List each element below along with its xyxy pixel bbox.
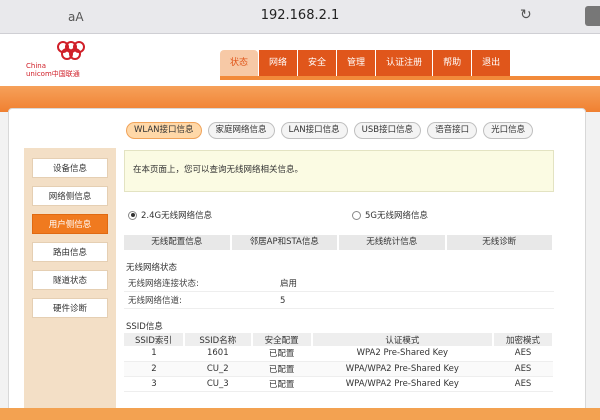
ssid-info-title: SSID信息 — [126, 322, 163, 332]
column-header: 认证模式 — [311, 333, 495, 346]
status-label: 无线网络连接状态: — [128, 279, 199, 289]
table-row: 3 CU_3 已配置 WPA/WPA2 Pre-Shared Key AES — [124, 376, 553, 392]
sidebar-item-tunnel-status[interactable]: 隧道状态 — [32, 270, 108, 290]
tab-lan-info[interactable]: LAN接口信息 — [280, 122, 348, 139]
router-header: China unicom中国联通 状态 网络 安全 管理 认证注册 帮助 退出 — [0, 34, 600, 86]
nav-logout[interactable]: 退出 — [472, 50, 511, 76]
reload-icon[interactable]: ↻ — [520, 7, 532, 23]
sidebar-item-device-info[interactable]: 设备信息 — [32, 158, 108, 178]
table-cell: 已配置 — [251, 376, 312, 392]
radio-unchecked-icon[interactable] — [352, 210, 361, 220]
status-value: 启用 — [280, 279, 298, 289]
wireless-tab-bar: 无线配置信息 邻居AP和STA信息 无线统计信息 无线诊断 — [124, 235, 554, 250]
info-message: 在本页面上，您可以查询无线网络相关信息。 — [124, 150, 554, 192]
table-cell: 3 — [124, 376, 184, 392]
nav-network[interactable]: 网络 — [259, 50, 298, 76]
table-header-row: SSID索引 SSID名称 安全配置 认证模式 加密模式 — [124, 333, 554, 346]
tab-voice[interactable]: 语音接口 — [427, 122, 478, 139]
table-cell: CU_2 — [183, 361, 252, 377]
column-header: 加密模式 — [493, 333, 554, 346]
nav-security[interactable]: 安全 — [298, 50, 337, 76]
table-cell: AES — [493, 376, 553, 392]
table-cell: 2 — [124, 361, 184, 377]
table-cell: AES — [493, 346, 553, 362]
nav-registration[interactable]: 认证注册 — [376, 50, 433, 76]
subtab-bar: WLAN接口信息 家庭网络信息 LAN接口信息 USB接口信息 语音接口 光口信… — [126, 122, 539, 139]
main-nav: 状态 网络 安全 管理 认证注册 帮助 退出 — [220, 50, 511, 76]
browser-address-bar: aA 192.168.2.1 ↻ — [0, 0, 600, 34]
tab-wireless-config[interactable]: 无线配置信息 — [124, 235, 232, 250]
nav-help[interactable]: 帮助 — [433, 50, 472, 76]
unicom-knot-icon — [57, 41, 85, 60]
table-cell: WPA/WPA2 Pre-Shared Key — [311, 361, 494, 377]
tab-neighbor-ap[interactable]: 邻居AP和STA信息 — [231, 235, 339, 250]
tab-wireless-stats[interactable]: 无线统计信息 — [339, 235, 447, 250]
radio-2-4g-label: 2.4G无线网络信息 — [141, 211, 213, 221]
radio-checked-icon[interactable] — [128, 210, 137, 220]
nav-management[interactable]: 管理 — [337, 50, 376, 76]
nav-status[interactable]: 状态 — [220, 50, 259, 76]
table-cell: 已配置 — [251, 361, 312, 377]
footer-strip — [0, 408, 600, 420]
tab-wireless-diag[interactable]: 无线诊断 — [446, 235, 554, 250]
sidebar: 设备信息 网络侧信息 用户侧信息 路由信息 隧道状态 硬件诊断 — [24, 148, 116, 410]
radio-5g-label: 5G无线网络信息 — [365, 211, 428, 221]
browser-side-tab — [585, 6, 600, 26]
status-label: 无线网络信道: — [128, 296, 182, 306]
table-cell: AES — [493, 361, 553, 377]
tab-wlan-info[interactable]: WLAN接口信息 — [126, 122, 202, 139]
status-row-connection: 无线网络连接状态: 启用 — [124, 276, 554, 292]
table-row: 1 1601 已配置 WPA2 Pre-Shared Key AES — [124, 346, 553, 362]
logo-text: China unicom中国联通 — [26, 62, 80, 78]
sidebar-item-hardware-diag[interactable]: 硬件诊断 — [32, 298, 108, 318]
tab-usb-info[interactable]: USB接口信息 — [353, 122, 422, 139]
sidebar-item-user-side[interactable]: 用户侧信息 — [32, 214, 108, 234]
wireless-status-title: 无线网络状态 — [126, 263, 178, 273]
table-cell: WPA/WPA2 Pre-Shared Key — [311, 376, 494, 392]
tab-optical[interactable]: 光口信息 — [483, 122, 534, 139]
logo-text-line2: unicom中国联通 — [26, 70, 80, 78]
table-cell: 1601 — [183, 346, 252, 362]
status-row-channel: 无线网络信道: 5 — [124, 293, 554, 309]
table-cell: WPA2 Pre-Shared Key — [311, 346, 494, 362]
radio-5g[interactable]: 5G无线网络信息 — [352, 209, 428, 221]
status-value: 5 — [280, 296, 286, 306]
sidebar-item-route-info[interactable]: 路由信息 — [32, 242, 108, 262]
ssid-table: SSID索引 SSID名称 安全配置 认证模式 加密模式 1 1601 已配置 … — [124, 333, 554, 392]
nav-underline — [220, 76, 600, 80]
table-cell: 1 — [124, 346, 184, 362]
url-field[interactable]: 192.168.2.1 — [0, 8, 600, 23]
column-header: SSID名称 — [183, 333, 253, 346]
column-header: SSID索引 — [124, 333, 185, 346]
china-unicom-logo: China unicom中国联通 — [26, 40, 106, 82]
tab-home-network[interactable]: 家庭网络信息 — [207, 122, 275, 139]
sidebar-item-network-side[interactable]: 网络侧信息 — [32, 186, 108, 206]
radio-2-4g[interactable]: 2.4G无线网络信息 — [128, 209, 212, 221]
logo-text-line1: China — [26, 62, 46, 70]
table-cell: 已配置 — [251, 346, 312, 362]
table-cell: CU_3 — [183, 376, 252, 392]
column-header: 安全配置 — [251, 333, 313, 346]
table-row: 2 CU_2 已配置 WPA/WPA2 Pre-Shared Key AES — [124, 361, 553, 377]
